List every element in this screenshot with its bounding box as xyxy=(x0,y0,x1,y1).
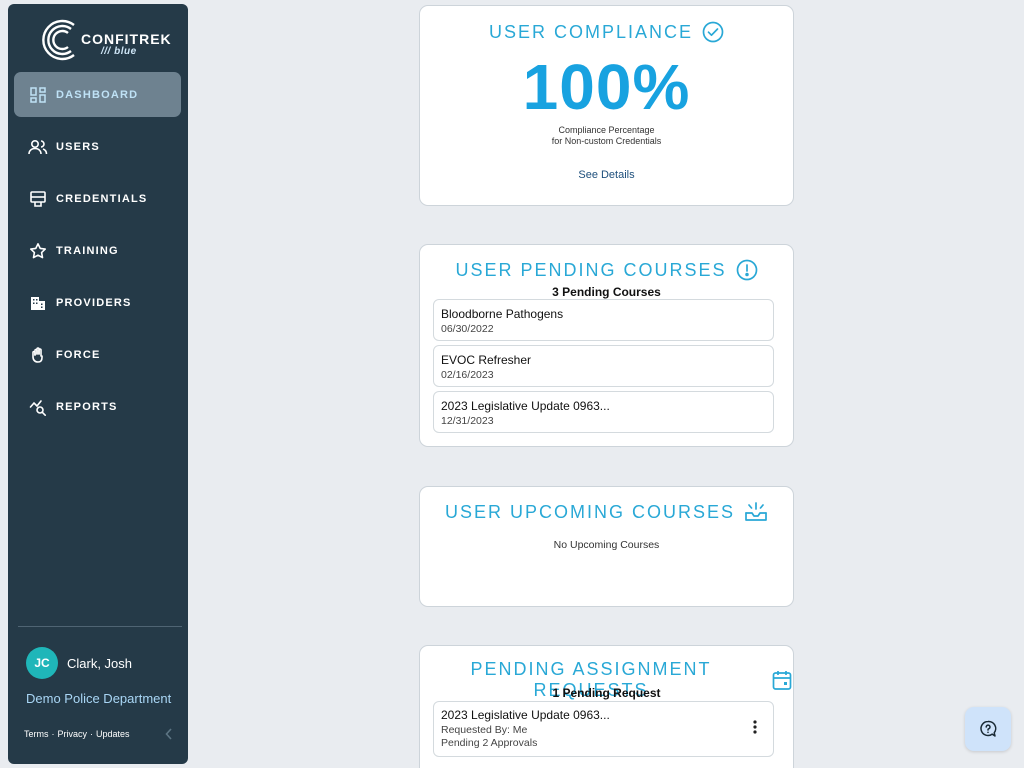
course-name: 2023 Legislative Update 0963... xyxy=(441,399,610,413)
sidebar-item-dashboard[interactable]: DASHBOARD xyxy=(14,72,181,117)
sidebar-item-users[interactable]: USERS xyxy=(14,124,181,169)
card-title-text: USER COMPLIANCE xyxy=(488,21,694,42)
sidebar-item-training[interactable]: TRAINING xyxy=(14,228,181,273)
card-title: USER UPCOMING COURSES xyxy=(420,501,793,523)
users-icon xyxy=(27,136,49,158)
sidebar-item-force[interactable]: FORCE xyxy=(14,332,181,377)
pending-assignment-requests-card: PENDING ASSIGNMENT REQUESTS 1 Pending Re… xyxy=(419,645,794,768)
list-item[interactable]: EVOC Refresher 02/16/2023 xyxy=(433,345,774,387)
organization-name[interactable]: Demo Police Department xyxy=(26,691,171,706)
request-status: Pending 2 Approvals xyxy=(441,737,538,749)
reports-icon xyxy=(27,396,49,418)
collapse-sidebar-icon[interactable] xyxy=(165,728,173,743)
list-item[interactable]: 2023 Legislative Update 0963... 12/31/20… xyxy=(433,391,774,433)
footer-links: Terms · Privacy · Updates xyxy=(24,729,130,739)
hand-icon xyxy=(27,344,49,366)
brand-logo[interactable]: CONFITREK /// blue xyxy=(38,16,188,66)
privacy-link[interactable]: Privacy xyxy=(58,729,88,739)
credentials-icon xyxy=(27,188,49,210)
sidebar: CONFITREK /// blue DASHBOARD USERS CREDE… xyxy=(8,4,188,764)
user-profile[interactable]: JC Clark, Josh xyxy=(26,647,132,679)
check-circle-icon xyxy=(702,21,724,43)
dashboard-icon xyxy=(27,84,49,106)
course-date: 12/31/2023 xyxy=(441,415,494,427)
card-title-text: USER PENDING COURSES xyxy=(455,259,727,280)
sidebar-item-label: CREDENTIALS xyxy=(56,192,148,205)
user-name: Clark, Josh xyxy=(67,655,133,671)
list-item[interactable]: 2023 Legislative Update 0963... Requeste… xyxy=(433,701,774,757)
sidebar-divider xyxy=(18,626,182,627)
course-date: 02/16/2023 xyxy=(441,369,494,381)
list-item[interactable]: Bloodborne Pathogens 06/30/2022 xyxy=(433,299,774,341)
compliance-percentage: 100% xyxy=(522,51,691,123)
more-options-icon[interactable] xyxy=(753,720,757,739)
updates-link[interactable]: Updates xyxy=(96,729,130,739)
see-details-link[interactable]: See Details xyxy=(420,169,793,181)
empty-state-text: No Upcoming Courses xyxy=(553,539,660,551)
star-icon xyxy=(27,240,49,262)
card-title: USER COMPLIANCE xyxy=(420,21,793,43)
help-chat-icon xyxy=(980,720,997,737)
course-name: Bloodborne Pathogens xyxy=(441,307,564,321)
terms-link[interactable]: Terms xyxy=(24,729,49,739)
compliance-caption: Compliance Percentage xyxy=(558,125,655,135)
pending-requests-count: 1 Pending Request xyxy=(552,686,661,700)
sidebar-item-label: FORCE xyxy=(56,348,101,361)
user-compliance-card: USER COMPLIANCE 100% Compliance Percenta… xyxy=(419,5,794,206)
user-pending-courses-card: USER PENDING COURSES 3 Pending Courses B… xyxy=(419,244,794,447)
user-upcoming-courses-card: USER UPCOMING COURSES No Upcoming Course… xyxy=(419,486,794,607)
sidebar-item-providers[interactable]: PROVIDERS xyxy=(14,280,181,325)
sidebar-item-label: REPORTS xyxy=(56,400,118,413)
sidebar-item-label: USERS xyxy=(56,140,100,153)
sidebar-item-label: TRAINING xyxy=(56,244,119,257)
confitrek-logo-icon xyxy=(42,19,75,61)
request-course-name: 2023 Legislative Update 0963... xyxy=(441,708,610,722)
alert-circle-icon xyxy=(736,259,757,281)
sidebar-item-reports[interactable]: REPORTS xyxy=(14,384,181,429)
card-title: USER PENDING COURSES xyxy=(420,259,793,281)
footer-separator: · xyxy=(51,729,55,739)
brand-name: CONFITREK xyxy=(81,31,172,47)
building-icon xyxy=(27,292,49,314)
avatar: JC xyxy=(26,647,58,679)
sidebar-item-credentials[interactable]: CREDENTIALS xyxy=(14,176,181,221)
footer-separator: · xyxy=(90,729,94,739)
help-button[interactable] xyxy=(965,707,1011,751)
sidebar-item-label: DASHBOARD xyxy=(56,88,139,101)
course-date: 06/30/2022 xyxy=(441,323,494,335)
inbox-arrival-icon xyxy=(745,502,767,521)
request-requested-by: Requested By: Me xyxy=(441,724,528,736)
compliance-caption-2: for Non-custom Credentials xyxy=(551,136,662,146)
pending-courses-count: 3 Pending Courses xyxy=(552,285,661,299)
sidebar-item-label: PROVIDERS xyxy=(56,296,132,309)
brand-sub: /// blue xyxy=(101,46,137,57)
course-name: EVOC Refresher xyxy=(441,353,532,367)
card-title-text: USER UPCOMING COURSES xyxy=(444,501,736,522)
